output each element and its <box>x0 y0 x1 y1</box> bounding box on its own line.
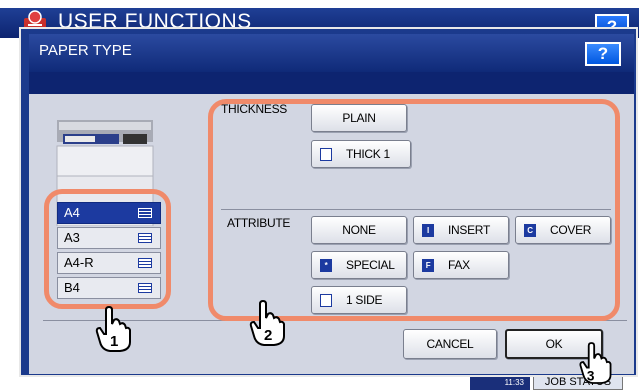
dialog-title: PAPER TYPE <box>39 42 132 59</box>
special-button[interactable]: * SPECIAL <box>311 251 407 279</box>
fax-button[interactable]: F FAX <box>413 251 509 279</box>
paper-size-list: A4 A3 A4-R B4 <box>53 202 165 302</box>
cover-button[interactable]: C COVER <box>515 216 611 244</box>
cancel-button[interactable]: CANCEL <box>403 329 497 359</box>
thickness-label: THICKNESS <box>221 102 287 116</box>
pointing-hand-icon: 2 <box>249 300 285 346</box>
callout-number: 2 <box>264 327 272 344</box>
paper-size-label: A4-R <box>64 255 94 270</box>
insert-button[interactable]: I INSERT <box>413 216 509 244</box>
dialog-help-button[interactable]: ? <box>585 42 621 66</box>
insert-icon: I <box>422 224 434 237</box>
plain-button[interactable]: PLAIN <box>311 104 407 132</box>
paper-tray-icon <box>138 208 152 218</box>
paper-size-label: A3 <box>64 230 80 245</box>
cover-label: COVER <box>550 223 592 237</box>
fax-icon: F <box>422 259 434 272</box>
thick-paper-icon <box>320 148 332 161</box>
one-side-button[interactable]: 1 SIDE <box>311 286 407 314</box>
special-icon: * <box>320 259 332 272</box>
paper-size-item[interactable]: A4-R <box>57 252 161 274</box>
paper-size-item[interactable]: A4 <box>57 202 161 224</box>
callout-number: 3 <box>587 368 595 383</box>
dialog-titlebar: PAPER TYPE ? <box>29 34 634 72</box>
pointing-hand-icon: 3 <box>579 342 612 384</box>
none-button[interactable]: NONE <box>311 216 407 244</box>
one-side-icon <box>320 294 332 307</box>
thick1-button[interactable]: THICK 1 <box>311 140 411 168</box>
paper-size-item[interactable]: B4 <box>57 277 161 299</box>
callout-number: 1 <box>110 333 118 350</box>
paper-tray-icon <box>138 283 152 293</box>
special-label: SPECIAL <box>346 258 395 272</box>
insert-label: INSERT <box>448 223 490 237</box>
paper-tray-icon <box>138 233 152 243</box>
paper-tray-icon <box>138 258 152 268</box>
clock: 11:33 <box>470 376 530 390</box>
pointing-hand-icon: 1 <box>95 306 131 352</box>
one-side-label: 1 SIDE <box>346 293 383 307</box>
paper-size-label: A4 <box>64 205 80 220</box>
section-divider <box>221 209 611 210</box>
fax-label: FAX <box>448 258 470 272</box>
dialog-header-strip <box>29 72 634 94</box>
attribute-label: ATTRIBUTE <box>227 216 291 230</box>
paper-size-label: B4 <box>64 280 80 295</box>
thick1-label: THICK 1 <box>346 147 390 161</box>
paper-size-item[interactable]: A3 <box>57 227 161 249</box>
cover-icon: C <box>524 224 536 237</box>
